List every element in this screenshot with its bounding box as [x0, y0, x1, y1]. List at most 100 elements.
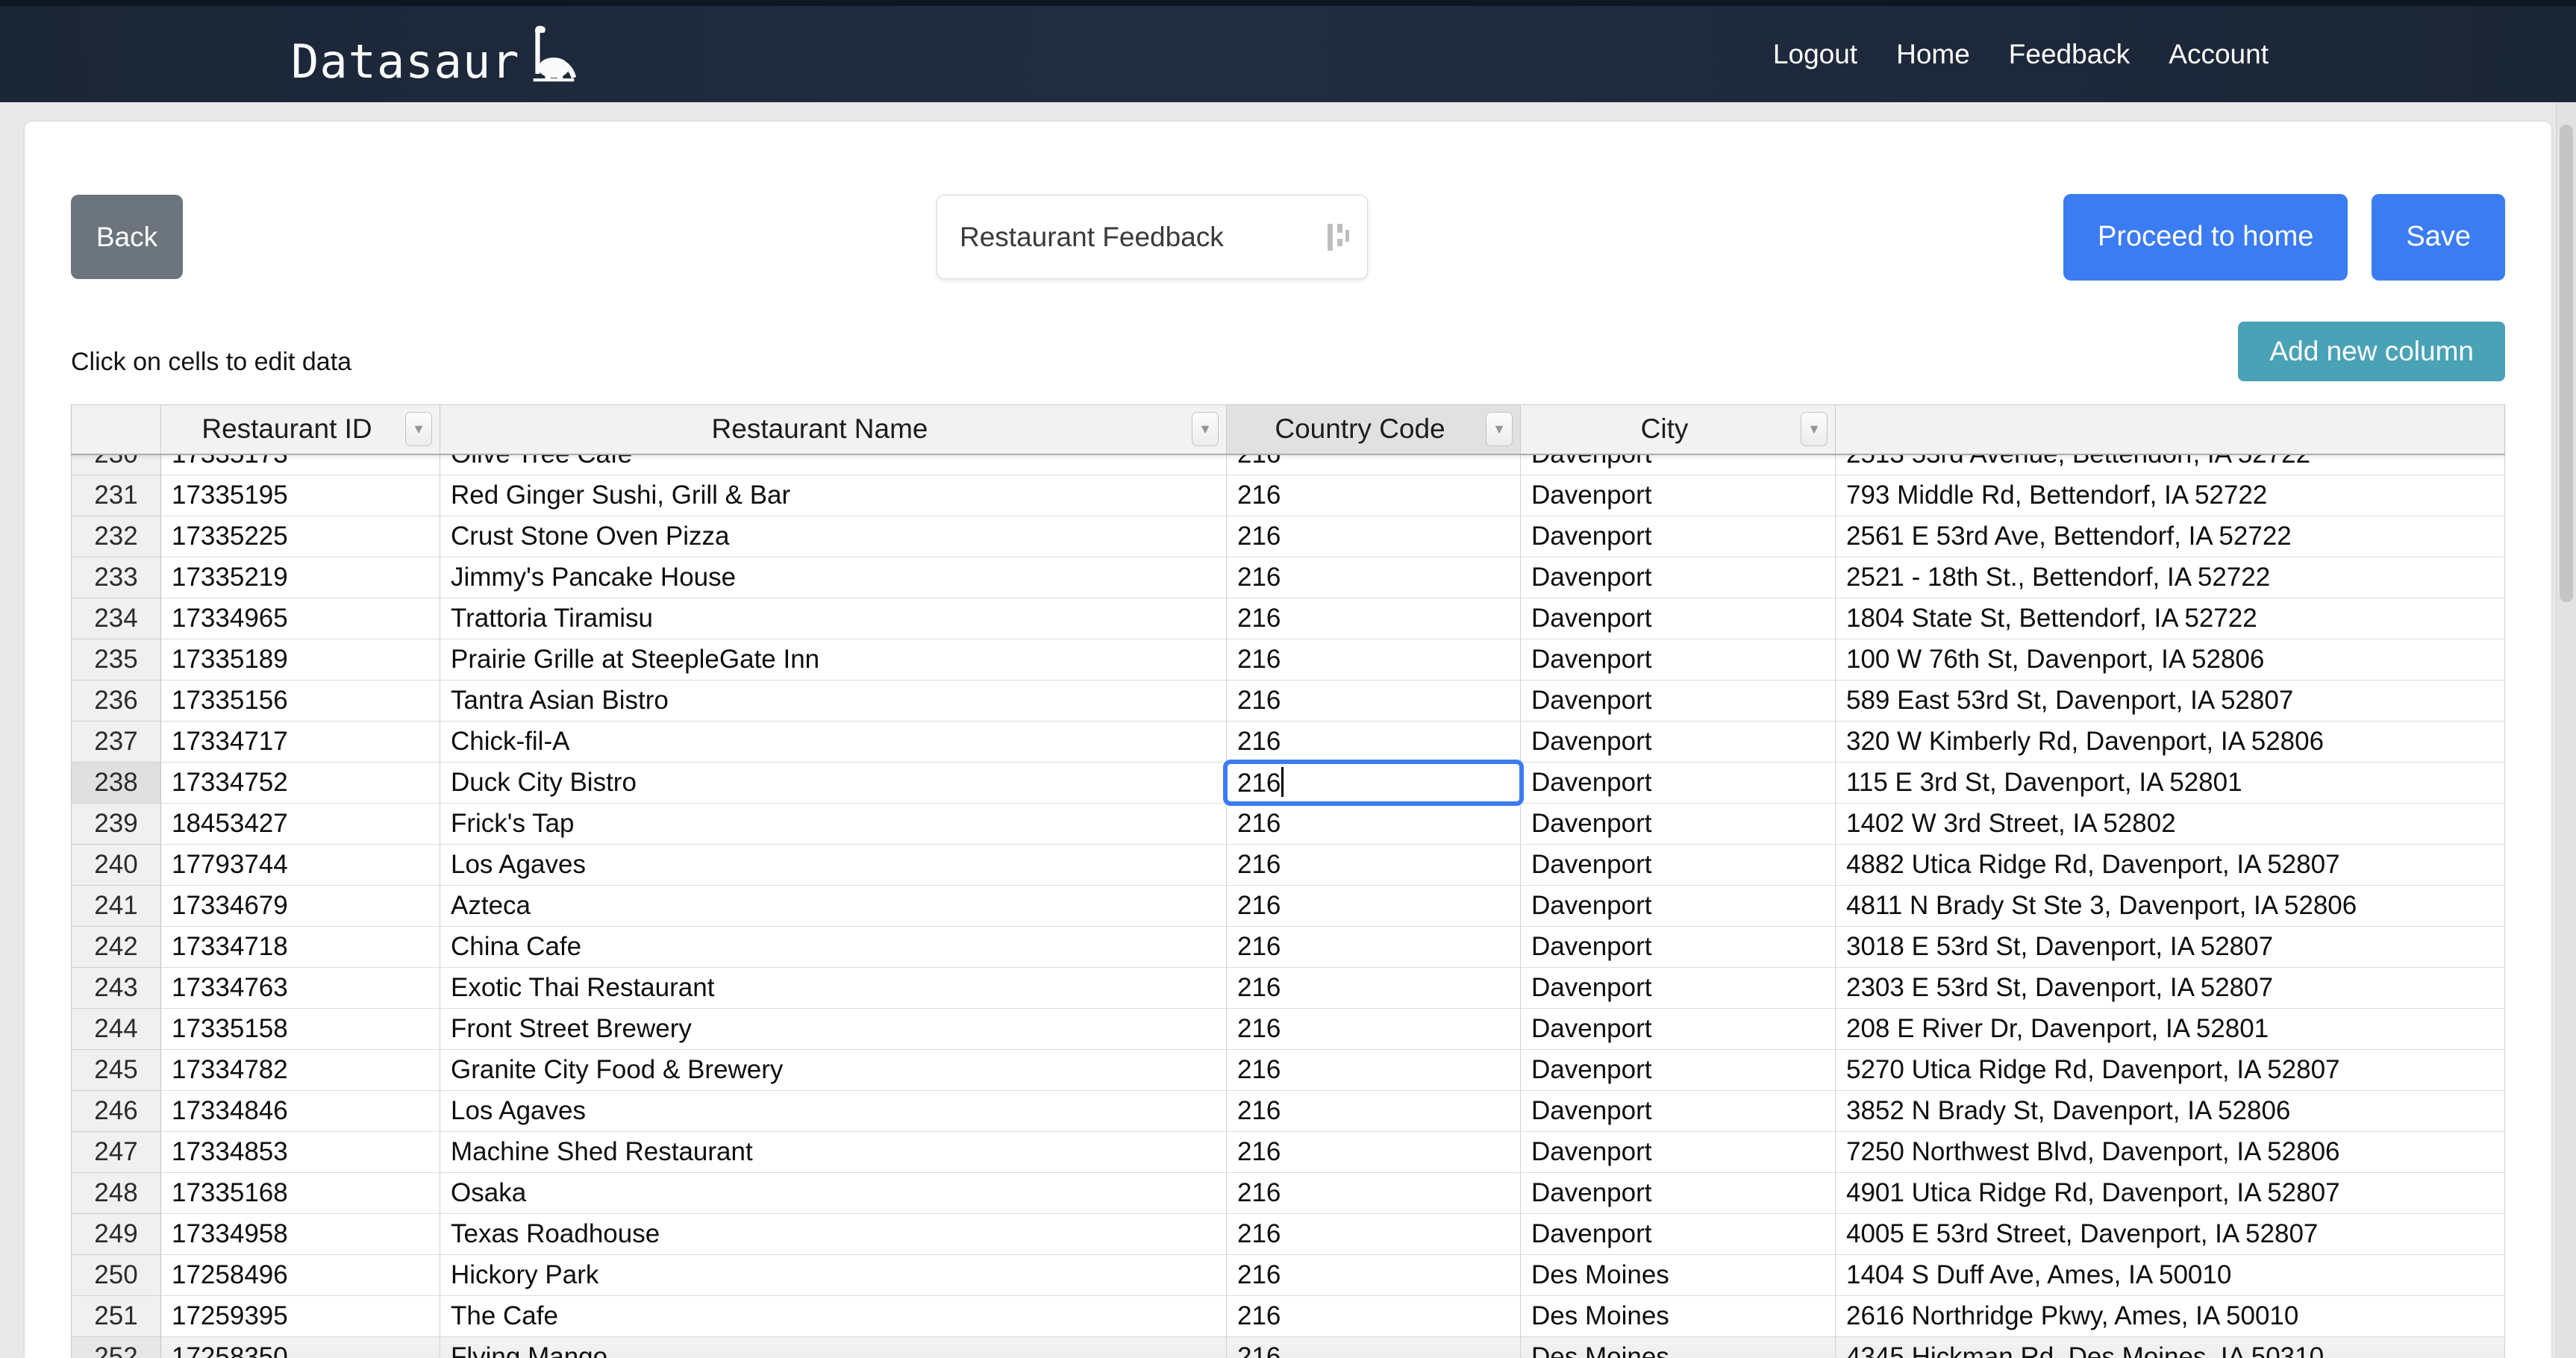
- cell-restaurant-id[interactable]: 17335219: [161, 557, 440, 598]
- cell-restaurant-id[interactable]: 17334717: [161, 722, 440, 763]
- cell-restaurant-name[interactable]: Exotic Thai Restaurant: [440, 968, 1227, 1009]
- nav-link-home[interactable]: Home: [1896, 40, 1970, 68]
- cell-city[interactable]: Davenport: [1521, 475, 1836, 516]
- cell-restaurant-name[interactable]: Tantra Asian Bistro: [440, 680, 1227, 722]
- cell-restaurant-name[interactable]: Front Street Brewery: [440, 1009, 1227, 1050]
- cell-country-code[interactable]: 216: [1227, 639, 1521, 680]
- save-button[interactable]: Save: [2372, 194, 2505, 281]
- cell-country-code[interactable]: 216: [1227, 1173, 1521, 1214]
- cell-restaurant-id[interactable]: 17335156: [161, 680, 440, 722]
- cell-address[interactable]: 100 W 76th St, Davenport, IA 52806: [1836, 639, 2505, 680]
- cell-restaurant-name[interactable]: The Cafe: [440, 1296, 1227, 1337]
- cell-city[interactable]: Davenport: [1521, 927, 1836, 968]
- row-number-cell[interactable]: 233: [72, 557, 161, 598]
- cell-address[interactable]: 4882 Utica Ridge Rd, Davenport, IA 52807: [1836, 845, 2505, 886]
- proceed-to-home-button[interactable]: Proceed to home: [2063, 194, 2348, 281]
- cell-restaurant-id[interactable]: 17334763: [161, 968, 440, 1009]
- nav-link-account[interactable]: Account: [2169, 40, 2269, 68]
- row-number-cell[interactable]: 237: [72, 722, 161, 763]
- row-number-cell[interactable]: 231: [72, 475, 161, 516]
- cell-restaurant-name[interactable]: Flying Mango: [440, 1337, 1227, 1358]
- cell-country-code[interactable]: 216: [1227, 1255, 1521, 1296]
- column-header-city[interactable]: City ▼: [1521, 405, 1836, 454]
- cell-city[interactable]: Davenport: [1521, 557, 1836, 598]
- cell-restaurant-name[interactable]: Crust Stone Oven Pizza: [440, 516, 1227, 557]
- cell-city[interactable]: Davenport: [1521, 886, 1836, 927]
- cell-address[interactable]: 2521 - 18th St., Bettendorf, IA 52722: [1836, 557, 2505, 598]
- cell-restaurant-name[interactable]: Olive Tree Cafe: [440, 455, 1227, 475]
- cell-restaurant-name[interactable]: Prairie Grille at SteepleGate Inn: [440, 639, 1227, 680]
- cell-country-code[interactable]: 216: [1227, 1296, 1521, 1337]
- cell-address[interactable]: 793 Middle Rd, Bettendorf, IA 52722: [1836, 475, 2505, 516]
- cell-restaurant-name[interactable]: Texas Roadhouse: [440, 1214, 1227, 1255]
- cell-city[interactable]: Davenport: [1521, 1050, 1836, 1091]
- row-number-cell[interactable]: 245: [72, 1050, 161, 1091]
- cell-city[interactable]: Davenport: [1521, 722, 1836, 763]
- cell-country-code[interactable]: 216: [1227, 1009, 1521, 1050]
- cell-address[interactable]: 2616 Northridge Pkwy, Ames, IA 50010: [1836, 1296, 2505, 1337]
- add-new-column-button[interactable]: Add new column: [2238, 322, 2505, 381]
- filter-dropdown-icon[interactable]: ▼: [405, 412, 432, 446]
- cell-restaurant-id[interactable]: 17334853: [161, 1132, 440, 1173]
- row-number-cell[interactable]: 241: [72, 886, 161, 927]
- cell-country-code[interactable]: 216: [1227, 927, 1521, 968]
- cell-restaurant-name[interactable]: Hickory Park: [440, 1255, 1227, 1296]
- cell-country-code[interactable]: 216: [1227, 680, 1521, 722]
- cell-restaurant-id[interactable]: 17334958: [161, 1214, 440, 1255]
- cell-restaurant-id[interactable]: 17259395: [161, 1296, 440, 1337]
- cell-address[interactable]: 7250 Northwest Blvd, Davenport, IA 52806: [1836, 1132, 2505, 1173]
- cell-restaurant-name[interactable]: Granite City Food & Brewery: [440, 1050, 1227, 1091]
- cell-country-code[interactable]: 216: [1227, 455, 1521, 475]
- cell-restaurant-name[interactable]: Osaka: [440, 1173, 1227, 1214]
- cell-restaurant-name[interactable]: Los Agaves: [440, 1091, 1227, 1132]
- cell-country-code[interactable]: 216: [1227, 968, 1521, 1009]
- cell-restaurant-id[interactable]: 17335225: [161, 516, 440, 557]
- cell-country-code[interactable]: 216: [1227, 722, 1521, 763]
- cell-country-code[interactable]: 216: [1227, 598, 1521, 639]
- cell-restaurant-id[interactable]: 17334679: [161, 886, 440, 927]
- nav-link-logout[interactable]: Logout: [1773, 40, 1857, 68]
- cell-address[interactable]: 2513 53rd Avenue, Bettendorf, IA 52722: [1836, 455, 2505, 475]
- cell-address[interactable]: 2303 E 53rd St, Davenport, IA 52807: [1836, 968, 2505, 1009]
- cell-address[interactable]: 4345 Hickman Rd, Des Moines, IA 50310: [1836, 1337, 2505, 1358]
- cell-restaurant-id[interactable]: 17334718: [161, 927, 440, 968]
- filter-dropdown-icon[interactable]: ▼: [1486, 412, 1513, 446]
- cell-country-code[interactable]: 216: [1227, 804, 1521, 845]
- cell-city[interactable]: Davenport: [1521, 1132, 1836, 1173]
- cell-city[interactable]: Davenport: [1521, 1009, 1836, 1050]
- cell-city[interactable]: Davenport: [1521, 639, 1836, 680]
- row-number-cell[interactable]: 239: [72, 804, 161, 845]
- cell-restaurant-id[interactable]: 17334752: [161, 763, 440, 804]
- cell-country-code[interactable]: 216: [1227, 557, 1521, 598]
- cell-country-code[interactable]: 216: [1227, 886, 1521, 927]
- cell-restaurant-name[interactable]: Duck City Bistro: [440, 763, 1227, 804]
- cell-restaurant-name[interactable]: Los Agaves: [440, 845, 1227, 886]
- cell-restaurant-id[interactable]: 18453427: [161, 804, 440, 845]
- cell-address[interactable]: 115 E 3rd St, Davenport, IA 52801: [1836, 763, 2505, 804]
- cell-address[interactable]: 4005 E 53rd Street, Davenport, IA 52807: [1836, 1214, 2505, 1255]
- row-number-cell[interactable]: 234: [72, 598, 161, 639]
- filter-dropdown-icon[interactable]: ▼: [1801, 412, 1828, 446]
- cell-restaurant-name[interactable]: China Cafe: [440, 927, 1227, 968]
- row-number-cell[interactable]: 238: [72, 763, 161, 804]
- cell-address[interactable]: 4811 N Brady St Ste 3, Davenport, IA 528…: [1836, 886, 2505, 927]
- row-number-cell[interactable]: 252: [72, 1337, 161, 1358]
- page-scrollbar-thumb[interactable]: [2560, 125, 2573, 602]
- cell-restaurant-id[interactable]: 17258350: [161, 1337, 440, 1358]
- dataset-title-input[interactable]: [937, 195, 1368, 279]
- cell-country-code[interactable]: 216: [1227, 516, 1521, 557]
- cell-restaurant-id[interactable]: 17793744: [161, 845, 440, 886]
- cell-city[interactable]: Davenport: [1521, 1214, 1836, 1255]
- cell-city[interactable]: Davenport: [1521, 516, 1836, 557]
- cell-city[interactable]: Davenport: [1521, 455, 1836, 475]
- cell-address[interactable]: 4901 Utica Ridge Rd, Davenport, IA 52807: [1836, 1173, 2505, 1214]
- cell-address[interactable]: 2561 E 53rd Ave, Bettendorf, IA 52722: [1836, 516, 2505, 557]
- cell-address[interactable]: 1804 State St, Bettendorf, IA 52722: [1836, 598, 2505, 639]
- row-number-cell[interactable]: 242: [72, 927, 161, 968]
- cell-country-code[interactable]: 216: [1227, 1337, 1521, 1358]
- cell-address[interactable]: 3018 E 53rd St, Davenport, IA 52807: [1836, 927, 2505, 968]
- row-number-cell[interactable]: 236: [72, 680, 161, 722]
- row-number-cell[interactable]: 249: [72, 1214, 161, 1255]
- row-number-cell[interactable]: 230: [72, 455, 161, 475]
- cell-restaurant-name[interactable]: Frick's Tap: [440, 804, 1227, 845]
